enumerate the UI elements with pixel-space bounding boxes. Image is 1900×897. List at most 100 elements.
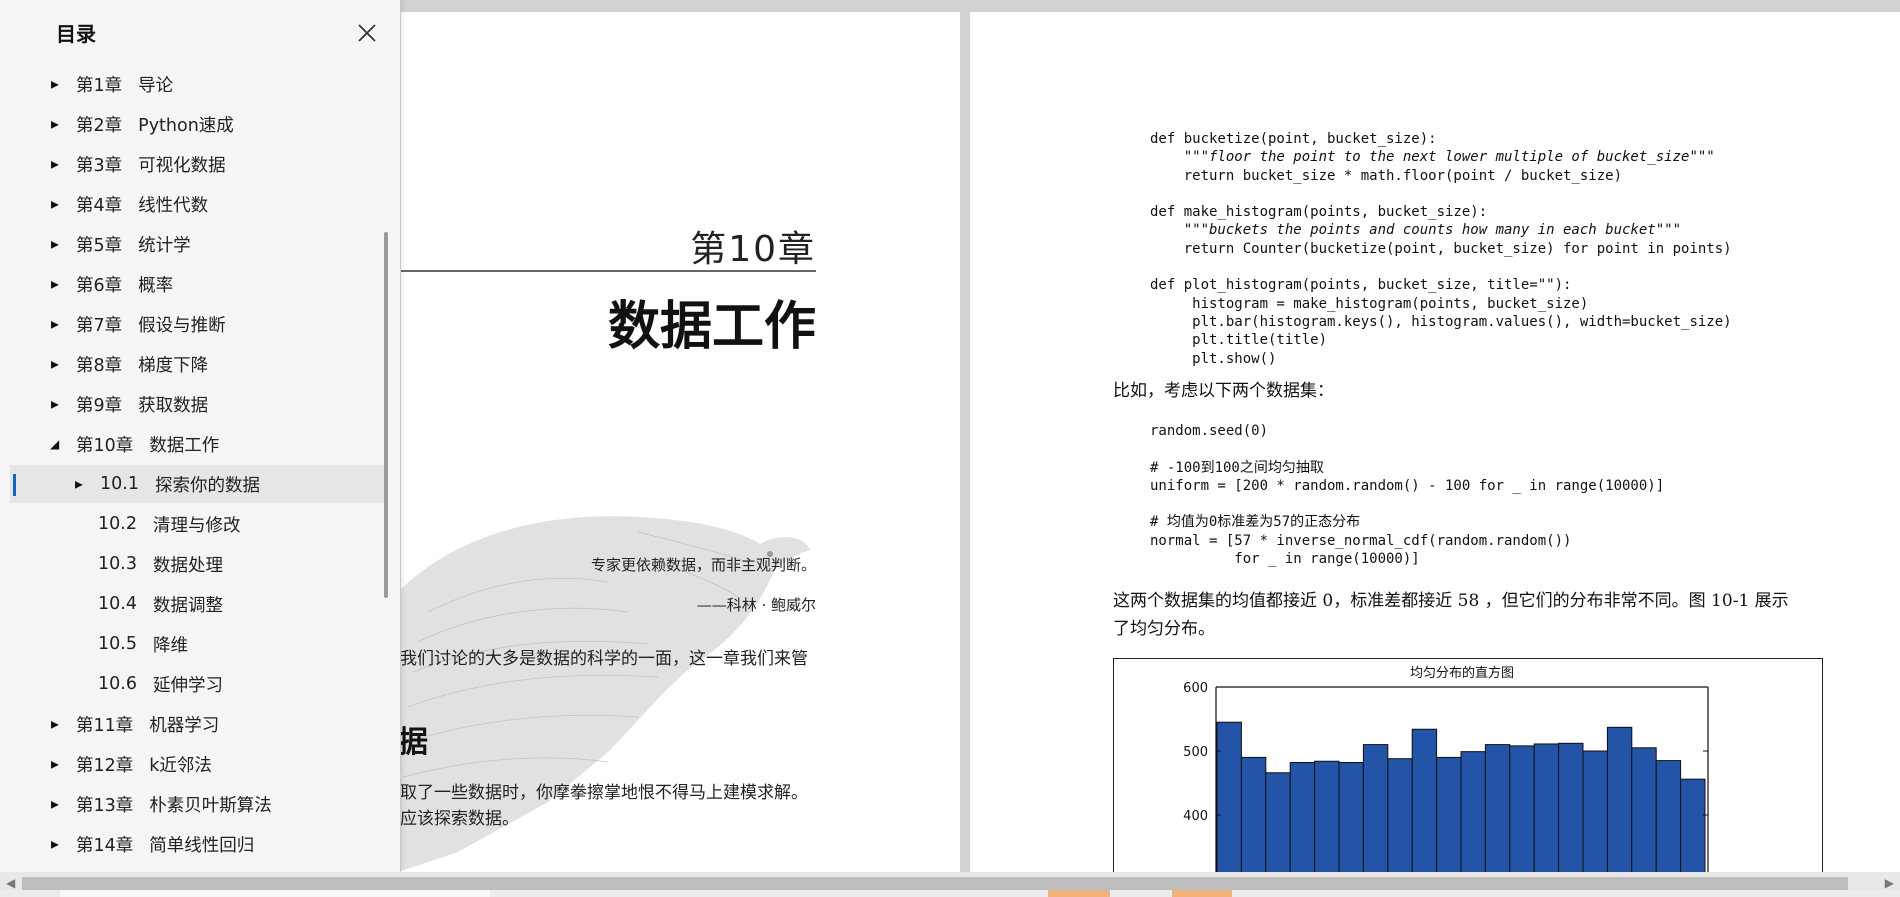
expand-icon[interactable]: ▶ <box>51 118 63 130</box>
toc-item[interactable]: ▶ 第14章 简单线性回归 <box>10 825 385 863</box>
toc-item[interactable]: ▶ 第4章 线性代数 <box>10 185 385 223</box>
expand-icon[interactable]: ▶ <box>51 78 63 90</box>
code-line: normal = [57 * inverse_normal_cdf(random… <box>1150 532 1572 549</box>
text-distribution-2: 了均匀分布。 <box>1113 619 1215 639</box>
toc-subitem[interactable]: ▶ 10.1 探索你的数据 <box>10 465 385 503</box>
chapter-number: 第10章 <box>690 229 816 270</box>
toc-number: 第13章 <box>76 795 134 816</box>
sidebar-scrollbar[interactable] <box>384 232 388 598</box>
toc-number: 第6章 <box>76 275 123 296</box>
toc-title: 目录 <box>56 22 96 46</box>
expand-icon[interactable]: ▶ <box>51 838 63 850</box>
tray-segment <box>60 890 490 897</box>
code-line: for _ in range(10000)] <box>1150 551 1420 568</box>
toc-label: 获取数据 <box>138 395 209 416</box>
toc-item[interactable]: ▶ 第9章 获取数据 <box>10 385 385 423</box>
histogram-bar <box>1314 760 1340 872</box>
code-line: plt.title(title) <box>1150 332 1328 349</box>
toc-subitem[interactable]: 10.2 清理与修改 <box>10 505 385 543</box>
collapse-icon[interactable]: ◢ <box>50 437 64 451</box>
expand-icon[interactable]: ▶ <box>51 278 63 290</box>
toc-subitem[interactable]: 10.6 延伸学习 <box>10 665 385 703</box>
expand-icon[interactable]: ▶ <box>75 478 87 490</box>
histogram-bar <box>1289 762 1316 872</box>
histogram-bar <box>1582 750 1608 872</box>
toc-item[interactable]: ▶ 第5章 统计学 <box>10 225 385 263</box>
histogram-bar <box>1460 751 1486 872</box>
code-line: def plot_histogram(points, bucket_size, … <box>1150 277 1572 294</box>
scroll-left-icon[interactable]: ◀ <box>6 876 15 890</box>
expand-icon[interactable]: ▶ <box>51 318 63 330</box>
y-tick-label: 500 <box>1183 745 1208 760</box>
y-tick-label: 600 <box>1183 681 1208 696</box>
code-line: # -100到100之间均匀抽取 <box>1150 459 1324 476</box>
toc-number: 第9章 <box>76 395 123 416</box>
toc-label: 线性代数 <box>138 195 209 216</box>
toc-item[interactable]: ▶ 第6章 概率 <box>10 265 385 303</box>
toc-item[interactable]: ▶ 第3章 可视化数据 <box>10 145 385 183</box>
expand-icon[interactable]: ▶ <box>51 798 63 810</box>
histogram-bar <box>1362 744 1389 872</box>
toc-subitem[interactable]: 10.3 数据处理 <box>10 545 385 583</box>
toc-number: 10.6 <box>98 674 137 694</box>
histogram-bar <box>1606 726 1633 872</box>
toc-item[interactable]: ▶ 第12章 k近邻法 <box>10 745 385 783</box>
toc-label: 探索你的数据 <box>154 475 260 496</box>
toc-item[interactable]: ◢ 第10章 数据工作 <box>10 425 385 463</box>
histogram-bar <box>1509 745 1535 872</box>
toc-number: 10.5 <box>98 634 137 654</box>
scroll-right-icon[interactable]: ▶ <box>1885 876 1894 890</box>
histogram-bar <box>1216 721 1242 872</box>
toc-label: 统计学 <box>138 235 191 256</box>
toc-number: 10.4 <box>98 594 137 614</box>
toc-number: 10.2 <box>98 514 137 534</box>
toc-item[interactable]: ▶ 第1章 导论 <box>10 65 385 103</box>
toc-sidebar: 目录 ▶ 第1章 导论 ▶ 第2章 Python速成 ▶ 第3章 可视化数据 ▶ 第4章 线性代数 ▶ 第… <box>0 0 401 872</box>
histogram-chart: 均匀分布的直方图 400 500 600 <box>1183 665 1709 872</box>
page-right: def bucketize(point, bucket_size): """fl… <box>970 12 1900 872</box>
chapter-rule <box>398 270 816 272</box>
toc-subitem[interactable]: 10.5 降维 <box>10 625 385 663</box>
toc-label: 数据工作 <box>149 435 220 456</box>
toc-label: 延伸学习 <box>152 675 223 696</box>
expand-icon[interactable]: ▶ <box>51 238 63 250</box>
histogram-bar <box>1631 747 1657 872</box>
histogram-bar <box>1558 742 1584 872</box>
selection-indicator <box>13 474 16 496</box>
expand-icon[interactable]: ▶ <box>51 398 63 410</box>
intro-text: 我们讨论的大多是数据的科学的一面，这一章我们来管 <box>400 649 808 669</box>
close-icon[interactable] <box>354 20 380 46</box>
toc-number: 第8章 <box>76 355 123 376</box>
toc-item[interactable]: ▶ 第13章 朴素贝叶斯算法 <box>10 785 385 823</box>
toc-number: 第12章 <box>76 755 134 776</box>
expand-icon[interactable]: ▶ <box>51 758 63 770</box>
toc-number: 第10章 <box>76 435 134 456</box>
code-block-histogram: def bucketize(point, bucket_size): """fl… <box>1150 130 1732 368</box>
page-left: 第10章 数据工作 专家更依赖数据，而非主观判断。 ——科林 · 鲍威尔 我们讨… <box>398 12 960 872</box>
toc-item[interactable]: ▶ 第8章 梯度下降 <box>10 345 385 383</box>
toc-subitem[interactable]: 10.4 数据调整 <box>10 585 385 623</box>
expand-icon[interactable]: ▶ <box>51 718 63 730</box>
code-line: plt.bar(histogram.keys(), histogram.valu… <box>1150 313 1732 330</box>
scrollbar-thumb[interactable] <box>22 877 1848 891</box>
code-line: def make_histogram(points, bucket_size): <box>1150 204 1488 221</box>
toc-item[interactable]: ▶ 第7章 假设与推断 <box>10 305 385 343</box>
code-line: random.seed(0) <box>1150 423 1269 439</box>
toc-number: 第4章 <box>76 195 123 216</box>
code-line: """buckets the points and counts how man… <box>1150 222 1682 239</box>
expand-icon[interactable]: ▶ <box>51 198 63 210</box>
code-line: plt.show() <box>1150 350 1277 367</box>
toc-item[interactable]: ▶ 第2章 Python速成 <box>10 105 385 143</box>
expand-icon[interactable]: ▶ <box>51 358 63 370</box>
toc-number: 10.1 <box>100 474 139 494</box>
histogram-bar <box>1265 772 1291 872</box>
toc-label: 朴素贝叶斯算法 <box>149 795 272 816</box>
toc-label: 假设与推断 <box>138 315 226 336</box>
code-line: return bucket_size * math.floor(point / … <box>1150 167 1623 184</box>
expand-icon[interactable]: ▶ <box>51 158 63 170</box>
toc-item[interactable]: ▶ 第11章 机器学习 <box>10 705 385 743</box>
histogram-bar <box>1680 778 1706 872</box>
toc-number: 第11章 <box>76 715 134 736</box>
toc-number: 第2章 <box>76 115 123 136</box>
code-line: """floor the point to the next lower mul… <box>1150 149 1715 166</box>
